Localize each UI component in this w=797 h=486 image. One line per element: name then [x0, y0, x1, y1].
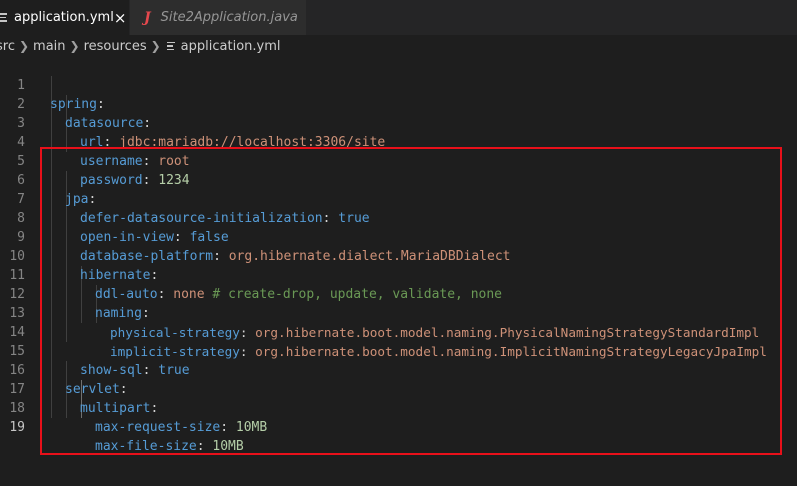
code-line: 2 datasource:: [0, 76, 797, 131]
breadcrumb: src ❯ main ❯ resources ❯ application.yml: [0, 35, 797, 57]
line-number: 19: [9, 420, 25, 435]
chevron-right-icon: ❯: [69, 39, 80, 53]
tab-application-yml[interactable]: application.yml ×: [0, 0, 130, 35]
breadcrumb-item[interactable]: main: [33, 39, 65, 54]
breadcrumb-item[interactable]: src: [0, 39, 15, 54]
chevron-right-icon: ❯: [18, 39, 30, 53]
code-line: 3 url: jdbc:mariadb://localhost:3306/sit…: [0, 95, 797, 150]
close-icon[interactable]: ×: [114, 9, 127, 27]
code-line: 1 spring:: [0, 57, 797, 112]
highlight-box: [40, 147, 782, 455]
code-line: 4 username: root: [0, 114, 797, 169]
java-icon: J: [144, 9, 151, 26]
file-lines-icon: [0, 13, 7, 22]
breadcrumb-item[interactable]: resources: [84, 39, 147, 54]
tab-site2application-java[interactable]: J Site2Application.java: [130, 0, 307, 35]
file-lines-icon: [166, 41, 175, 51]
breadcrumb-item[interactable]: application.yml: [181, 39, 281, 54]
editor-tab-bar: application.yml × J Site2Application.jav…: [0, 0, 797, 35]
tab-label: application.yml: [14, 10, 114, 25]
tab-label: Site2Application.java: [160, 10, 298, 25]
chevron-right-icon: ❯: [150, 39, 161, 53]
